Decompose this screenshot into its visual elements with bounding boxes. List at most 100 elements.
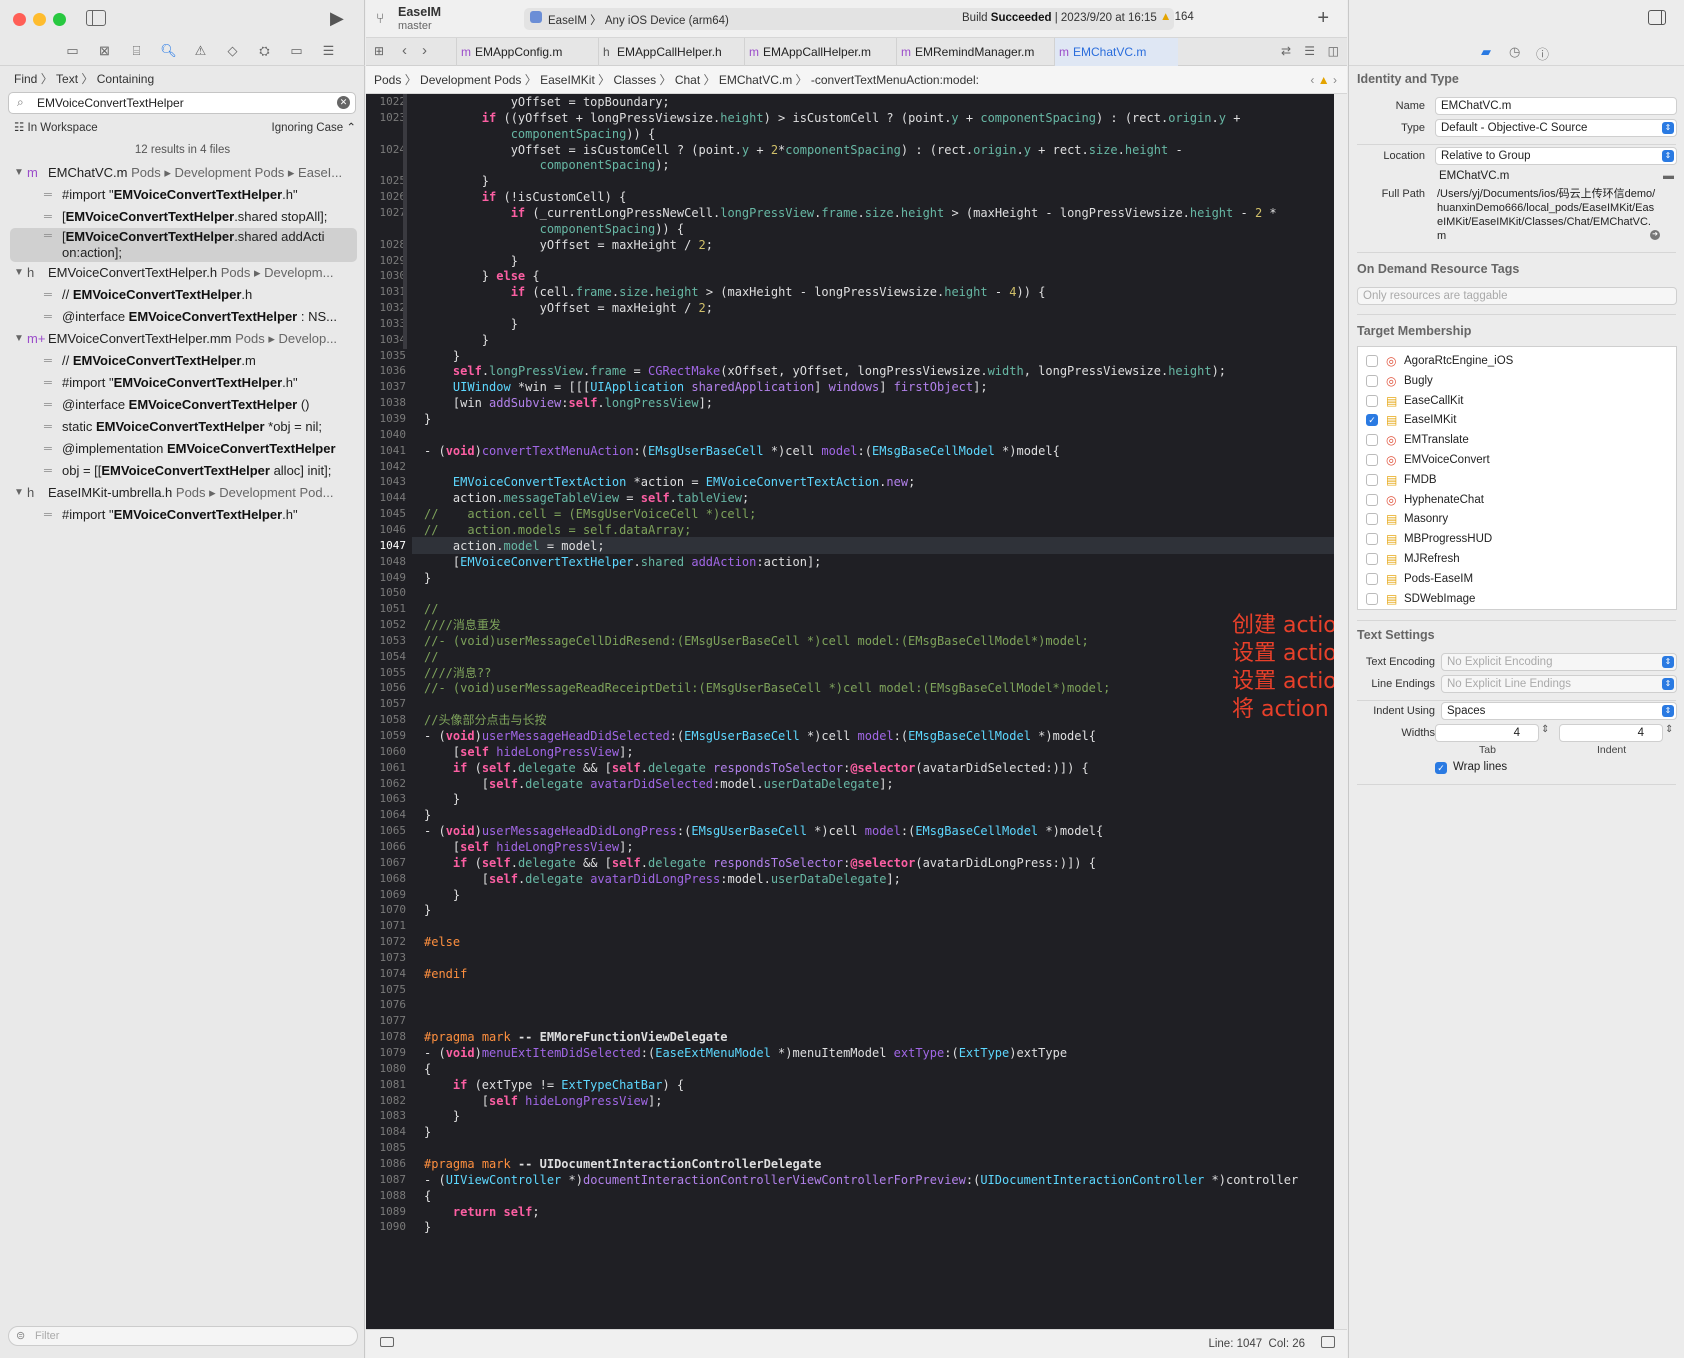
test-navigator-icon[interactable]: ◇ <box>220 38 246 64</box>
report-navigator-icon[interactable]: ☰ <box>316 38 342 64</box>
breakpoint-navigator-icon[interactable]: ▭ <box>284 38 310 64</box>
minimize-window-button[interactable] <box>33 13 46 26</box>
source-control-icon[interactable]: ⊠ <box>92 38 118 64</box>
grid-icon[interactable]: ⊞ <box>374 44 384 58</box>
find-mode-find[interactable]: Find <box>14 72 37 86</box>
result-file-row[interactable]: ▼ m+ EMVoiceConvertTextHelper.mm Pods ▸ De… <box>0 328 365 350</box>
type-popup[interactable]: Default - Objective-C Source ⇕ <box>1435 119 1677 137</box>
related-items-icon[interactable]: ⇄ <box>1281 44 1291 58</box>
target-row[interactable]: ▤ EaseCallKit <box>1358 391 1676 411</box>
add-icon[interactable]: + <box>1317 7 1329 30</box>
result-match-row[interactable]: ═ [EMVoiceConvertTextHelper.shared addAct… <box>10 228 357 262</box>
sidebar-toggle-icon[interactable] <box>86 10 106 26</box>
search-input[interactable]: ⌕ EMVoiceConvertTextHelper ✕ <box>8 92 356 114</box>
result-file-row[interactable]: ▼ h EMVoiceConvertTextHelper.h Pods ▸ Deve… <box>0 262 365 284</box>
symbol-navigator-icon[interactable]: ⌸ <box>124 38 150 64</box>
search-navigator-icon[interactable]: 🔍︎ <box>156 38 182 64</box>
folder-icon[interactable]: ▬ <box>1663 170 1674 182</box>
result-match-row[interactable]: ═ obj = [[EMVoiceConvertTextHelper alloc]… <box>0 460 365 482</box>
result-match-row[interactable]: ═ #import "EMVoiceConvertTextHelper.h" <box>0 504 365 526</box>
target-row[interactable]: ▤ Pods-EaseIM <box>1358 569 1676 589</box>
line-endings-popup[interactable]: No Explicit Line Endings ⇕ <box>1441 675 1677 693</box>
jump-bar-item[interactable]: Pods <box>374 73 401 87</box>
forward-icon[interactable]: › <box>422 42 427 59</box>
location-popup[interactable]: Relative to Group ⇕ <box>1435 147 1677 165</box>
inspector-panel-icon[interactable] <box>1648 10 1666 25</box>
run-destination[interactable]: EaseIM 〉 Any iOS Device (arm64) <box>548 12 729 28</box>
wrap-lines-checkbox[interactable]: ✓ <box>1435 762 1447 774</box>
tab-emappcallhelper-m[interactable]: m EMAppCallHelper.m <box>744 38 894 66</box>
target-checkbox[interactable] <box>1366 572 1378 585</box>
run-button[interactable]: ▶ <box>330 8 344 29</box>
target-checkbox[interactable] <box>1366 592 1378 605</box>
tab-width-stepper[interactable]: ⇕ <box>1541 724 1549 735</box>
target-checkbox[interactable]: ✓ <box>1366 414 1378 427</box>
result-match-row[interactable]: ═ #import "EMVoiceConvertTextHelper.h" <box>0 372 365 394</box>
target-row[interactable]: ◎ EMTranslate <box>1358 430 1676 450</box>
reveal-in-finder-icon[interactable]: ➜ <box>1650 230 1660 240</box>
target-row[interactable]: ▤ FMDB <box>1358 470 1676 490</box>
search-scope[interactable]: ☷ In Workspace <box>14 120 98 134</box>
name-field[interactable]: EMChatVC.m <box>1435 97 1677 115</box>
folder-icon[interactable]: ▭ <box>60 38 86 64</box>
target-checkbox[interactable] <box>1366 553 1378 565</box>
result-match-row[interactable]: ═ @implementation EMVoiceConvertTextHelpe… <box>0 438 365 460</box>
case-sensitivity-popup[interactable]: Ignoring Case ⌃ <box>272 120 356 134</box>
disclosure-triangle-icon[interactable]: ▼ <box>14 162 24 184</box>
result-match-row[interactable]: ═ @interface EMVoiceConvertTextHelper : N… <box>0 306 365 328</box>
back-icon[interactable]: ‹ <box>402 42 407 59</box>
target-row[interactable]: ◎ EMVoiceConvert <box>1358 450 1676 470</box>
indent-width-stepper[interactable]: ⇕ <box>1665 724 1673 735</box>
jump-bar-item[interactable]: Chat <box>675 73 700 87</box>
target-checkbox[interactable] <box>1366 473 1378 486</box>
source-editor[interactable]: 1022 1023 1024 1025 1026 1027 1028 1029 1030 1031… <box>366 94 1334 1329</box>
scheme-name[interactable]: EaseIM <box>398 5 441 19</box>
result-file-row[interactable]: ▼ m EMChatVC.m Pods ▸ Development Pods ▸ E… <box>0 162 365 184</box>
text-encoding-popup[interactable]: No Explicit Encoding ⇕ <box>1441 653 1677 671</box>
target-checkbox[interactable] <box>1366 513 1378 526</box>
target-row[interactable]: ▤ MJRefresh <box>1358 549 1676 569</box>
target-row[interactable]: ◎ HyphenateChat <box>1358 490 1676 510</box>
help-inspector-icon[interactable]: ⓘ <box>1536 44 1549 63</box>
result-match-row[interactable]: ═ static EMVoiceConvertTextHelper *obj = … <box>0 416 365 438</box>
issue-navigator-icon[interactable]: ⚠︎ <box>188 38 214 64</box>
file-inspector-icon[interactable]: ▰ <box>1481 44 1491 60</box>
target-row[interactable]: ✓ ▤ EaseIMKit <box>1358 410 1676 430</box>
target-row[interactable]: ◎ Bugly <box>1358 371 1676 391</box>
warnings-badge[interactable]: ▲ 164 <box>1160 11 1194 23</box>
result-match-row[interactable]: ═ [EMVoiceConvertTextHelper.shared stopAl… <box>0 206 365 228</box>
find-mode-containing[interactable]: Containing <box>97 72 154 86</box>
close-window-button[interactable] <box>13 13 26 26</box>
debug-navigator-icon[interactable]: ⛭ <box>252 38 278 64</box>
target-checkbox[interactable] <box>1366 533 1378 546</box>
result-file-row[interactable]: ▼ h EaseIMKit-umbrella.h Pods ▸ Developmen… <box>0 482 365 504</box>
jump-bar-item[interactable]: EMChatVC.m <box>719 73 792 87</box>
target-row[interactable]: ▤ SDWebImage <box>1358 589 1676 609</box>
indent-using-popup[interactable]: Spaces ⇕ <box>1441 702 1677 720</box>
target-checkbox[interactable] <box>1366 434 1378 447</box>
jump-navigation-icons[interactable]: ‹ ▲ › <box>1310 66 1337 94</box>
split-editor-icon[interactable]: ◫ <box>1328 44 1339 58</box>
target-row[interactable]: ▤ Masonry <box>1358 509 1676 529</box>
branch-name[interactable]: master <box>398 20 432 32</box>
disclosure-triangle-icon[interactable]: ▼ <box>14 482 24 504</box>
tab-width-field[interactable]: 4 <box>1435 724 1539 742</box>
result-match-row[interactable]: ═ @interface EMVoiceConvertTextHelper () <box>0 394 365 416</box>
target-checkbox[interactable] <box>1366 374 1378 387</box>
find-mode-text[interactable]: Text <box>56 72 78 86</box>
target-checkbox[interactable] <box>1366 454 1378 466</box>
jump-bar-item[interactable]: EaseIMKit <box>540 73 595 87</box>
editor-options-icon[interactable]: ☰ <box>1304 44 1315 58</box>
tab-emremindmanager-m[interactable]: m EMRemindManager.m <box>896 38 1052 66</box>
disclosure-triangle-icon[interactable]: ▼ <box>14 262 24 284</box>
result-match-row[interactable]: ═ // EMVoiceConvertTextHelper.m <box>0 350 365 372</box>
disclosure-triangle-icon[interactable]: ▼ <box>14 328 24 350</box>
result-match-row[interactable]: ═ #import "EMVoiceConvertTextHelper.h" <box>0 184 365 206</box>
target-checkbox[interactable] <box>1366 394 1378 407</box>
zoom-window-button[interactable] <box>53 13 66 26</box>
tab-emappconfig-m[interactable]: m EMAppConfig.m <box>456 38 596 66</box>
target-checkbox[interactable] <box>1366 355 1378 367</box>
inspector-toggle-icon[interactable] <box>1321 1336 1335 1348</box>
indent-width-field[interactable]: 4 <box>1559 724 1663 742</box>
filter-input[interactable]: ⊜ Filter <box>8 1326 358 1346</box>
